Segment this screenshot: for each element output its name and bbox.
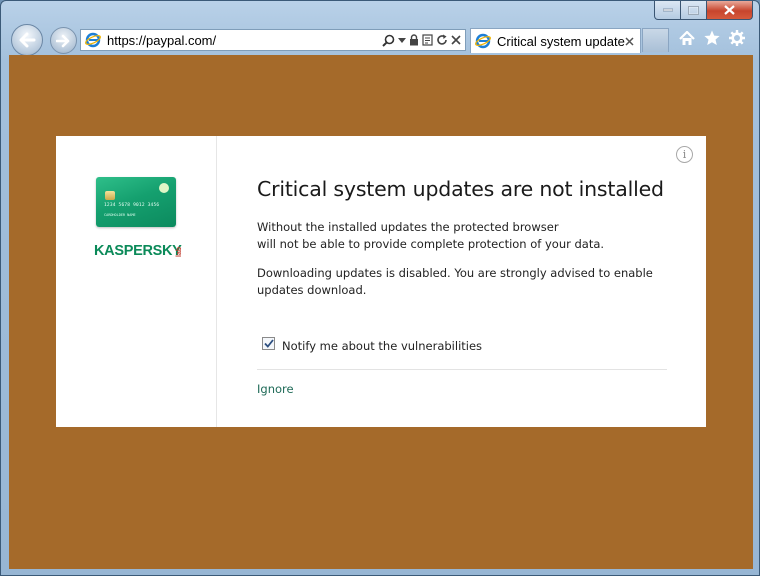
caption-buttons xyxy=(654,1,753,21)
info-icon[interactable]: i xyxy=(676,146,693,163)
paragraph-2-line-2: updates download. xyxy=(257,283,367,297)
page-content: 1234 5678 9012 3456 CARDHOLDER NAME KASP… xyxy=(9,55,753,569)
compatibility-view-icon[interactable] xyxy=(422,34,433,46)
checkmark-icon xyxy=(263,339,274,348)
paragraph-2-line-1: Downloading updates is disabled. You are… xyxy=(257,266,653,280)
new-tab-button[interactable] xyxy=(642,28,669,52)
credit-card-image: 1234 5678 9012 3456 CARDHOLDER NAME xyxy=(96,177,176,227)
ignore-link[interactable]: Ignore xyxy=(257,382,294,396)
maximize-button[interactable] xyxy=(681,1,707,20)
forward-arrow-icon xyxy=(56,34,70,47)
tab-active[interactable]: Critical system update... xyxy=(470,28,641,53)
notify-checkbox-label[interactable]: Notify me about the vulnerabilities xyxy=(282,339,482,353)
paragraph-1-line-2: will not be able to provide complete pro… xyxy=(257,237,605,251)
back-button[interactable] xyxy=(11,24,43,56)
dialog-paragraph-1: Without the installed updates the protec… xyxy=(257,219,604,253)
ie-logo-icon xyxy=(475,33,491,49)
dialog-paragraph-2: Downloading updates is disabled. You are… xyxy=(257,265,653,299)
maximize-icon xyxy=(688,5,699,15)
security-dialog: 1234 5678 9012 3456 CARDHOLDER NAME KASP… xyxy=(56,136,706,427)
ie-logo-icon xyxy=(85,32,101,48)
search-icon[interactable] xyxy=(382,34,395,47)
address-url[interactable]: https://paypal.com/ xyxy=(107,33,382,48)
gear-icon[interactable] xyxy=(729,30,745,46)
card-holder: CARDHOLDER NAME xyxy=(104,213,136,217)
card-chip-icon xyxy=(105,191,115,200)
tab-title: Critical system update... xyxy=(497,33,625,49)
minimize-button[interactable] xyxy=(654,1,681,20)
browser-window: https://paypal.com/ Critical system upda… xyxy=(0,0,760,576)
address-bar[interactable]: https://paypal.com/ xyxy=(80,29,466,51)
back-arrow-icon xyxy=(19,32,36,48)
stop-icon[interactable] xyxy=(451,35,461,45)
close-window-button[interactable] xyxy=(707,1,753,20)
dialog-title: Critical system updates are not installe… xyxy=(257,177,664,201)
notify-checkbox[interactable] xyxy=(262,337,275,350)
kaspersky-lab-suffix: lab xyxy=(176,246,183,257)
favorites-star-icon[interactable] xyxy=(704,30,720,46)
refresh-icon[interactable] xyxy=(436,34,448,46)
divider xyxy=(257,369,667,370)
kaspersky-logo: KASPERSKY xyxy=(94,243,182,259)
forward-button[interactable] xyxy=(50,27,77,54)
card-number: 1234 5678 9012 3456 xyxy=(104,203,160,208)
minimize-icon xyxy=(662,8,673,12)
dropdown-arrow-icon[interactable] xyxy=(398,37,406,43)
dialog-sidebar: 1234 5678 9012 3456 CARDHOLDER NAME KASP… xyxy=(56,136,217,427)
lock-icon[interactable] xyxy=(409,34,419,46)
close-icon xyxy=(724,5,735,15)
card-logo-icon xyxy=(159,183,169,193)
home-icon[interactable] xyxy=(679,30,695,46)
paragraph-1-line-1: Without the installed updates the protec… xyxy=(257,220,559,234)
close-tab-icon[interactable] xyxy=(625,36,634,46)
